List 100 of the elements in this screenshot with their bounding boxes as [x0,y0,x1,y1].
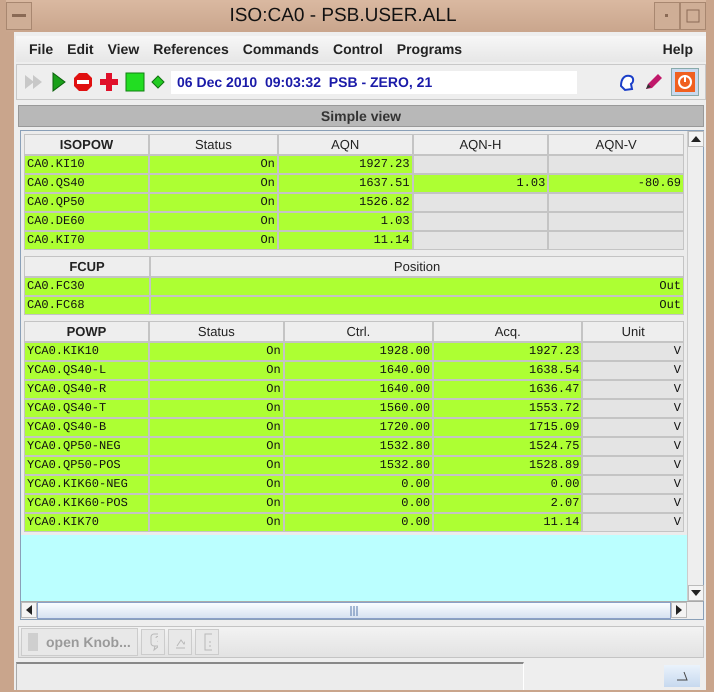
table-cell: YCA0.QS40-B [25,419,148,436]
table-cell: 1526.82 [278,194,412,211]
left-arrow-icon [26,605,32,615]
table-cell: On [150,213,277,230]
column-header: AQN [278,135,412,154]
column-header: Status [150,322,283,341]
table-cell: YCA0.QS40-L [25,362,148,379]
scroll-thumb[interactable] [37,602,671,619]
table-cell: 1532.80 [284,457,432,474]
table-cell: V [583,438,683,455]
table-cell: On [150,514,283,531]
table-cell: CA0.DE60 [25,213,148,230]
menu-item[interactable]: Help [656,38,700,60]
table-cell: V [583,419,683,436]
up-arrow-icon [691,136,701,142]
pen-icon[interactable] [643,72,665,92]
table-cell: 1636.47 [434,381,582,398]
resize-button[interactable] [664,665,700,687]
column-header: ISOPOW [25,135,148,154]
table-cell: On [150,438,283,455]
table-cell: YCA0.KIK10 [25,343,148,360]
table-cell: 1.03 [414,175,548,192]
play-icon[interactable] [51,71,67,93]
maximize-button[interactable] [680,2,706,30]
table-cell: CA0.KI70 [25,232,148,249]
column-header: Status [150,135,277,154]
table-cell: 1638.54 [434,362,582,379]
table-cell: Out [151,297,683,314]
table-cell: YCA0.KIK60-POS [25,495,148,512]
menu-item[interactable]: File [22,38,60,60]
menu-item[interactable]: Control [326,38,390,60]
scroll-right-button[interactable] [671,602,687,618]
table-cell: CA0.QS40 [25,175,148,192]
table-cell: V [583,476,683,493]
table-cell: On [150,476,283,493]
table-cell: YCA0.KIK60-NEG [25,476,148,493]
table-cell: 1927.23 [434,343,582,360]
table-cell: On [150,419,283,436]
table-cell: V [583,514,683,531]
table-cell: On [150,457,283,474]
column-header: FCUP [25,257,150,276]
table-cell: 11.14 [434,514,582,531]
table-cell: YCA0.KIK70 [25,514,148,531]
column-header: AQN-V [549,135,683,154]
table-cell: CA0.KI10 [25,156,148,173]
window-menu-button[interactable] [6,2,32,30]
square-outline-icon [686,9,700,23]
table-cell: On [150,343,283,360]
table-cell: 1528.89 [434,457,582,474]
scroll-left-button[interactable] [21,602,37,618]
table-cell: V [583,400,683,417]
table-cell: YCA0.QP50-POS [25,457,148,474]
table-cell: YCA0.QS40-R [25,381,148,398]
square-icon[interactable] [125,72,145,92]
table-cell: On [150,175,277,192]
table-cell: On [150,381,283,398]
table-cell: Out [151,278,683,295]
column-header: Acq. [434,322,582,341]
table-cell: CA0.FC30 [25,278,150,295]
table-cell: 0.00 [284,495,432,512]
table-cell: CA0.FC68 [25,297,150,314]
right-arrow-icon [676,605,682,615]
column-header: AQN-H [414,135,548,154]
stop-sign-icon[interactable] [73,72,93,92]
menu-item[interactable]: View [100,38,146,60]
menu-item[interactable]: Programs [390,38,470,60]
menu-item[interactable]: Edit [60,38,101,60]
table-cell: On [150,495,283,512]
column-header: Unit [583,322,683,341]
diamond-icon [151,75,165,89]
table-cell: On [150,156,277,173]
table-cell: CA0.QP50 [25,194,148,211]
table-cell: YCA0.QP50-NEG [25,438,148,455]
table-cell: -80.69 [549,175,683,192]
table-cell: V [583,343,683,360]
menu-item[interactable]: Commands [236,38,326,60]
table-cell: V [583,381,683,398]
grip-icon [350,606,358,616]
window-title: ISO:CA0 - PSB.USER.ALL [228,4,458,28]
table-cell: 1553.72 [434,400,582,417]
scroll-up-button[interactable] [688,131,704,147]
table-cell: 1.03 [278,213,412,230]
bar-icon [12,14,26,18]
menu-item[interactable]: References [146,38,236,60]
table-cell: V [583,495,683,512]
scroll-down-button[interactable] [688,585,704,601]
table-cell: 11.14 [278,232,412,249]
table-cell: 1560.00 [284,400,432,417]
table-cell: 0.00 [434,476,582,493]
table-cell: On [150,232,277,249]
down-arrow-icon [691,590,701,596]
table-cell: 1715.09 [434,419,582,436]
power-icon[interactable] [671,68,699,96]
table-cell: 1640.00 [284,381,432,398]
view-title-bar: Simple view [18,105,704,127]
table-cell: 1524.75 [434,438,582,455]
table-cell: On [150,194,277,211]
column-header: POWP [25,322,148,341]
cross-icon[interactable] [99,72,119,92]
table-cell: V [583,457,683,474]
